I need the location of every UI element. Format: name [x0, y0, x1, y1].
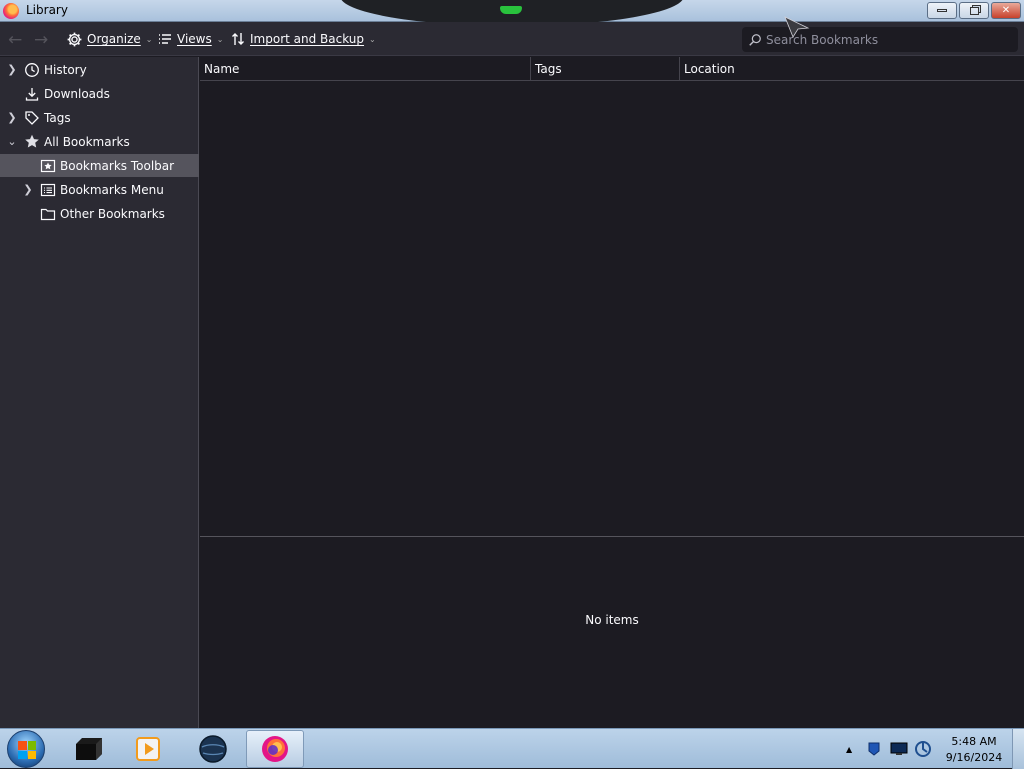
media-player-icon[interactable]: [131, 732, 165, 766]
tray-overflow-button[interactable]: ▲: [846, 729, 852, 769]
sidebar-item-other-bookmarks[interactable]: Other Bookmarks: [0, 202, 199, 225]
library-toolbar: ← → Organize ⌄ Views ⌄ Import and Backup…: [0, 22, 1024, 56]
import-backup-label: Import and Backup: [250, 32, 365, 46]
tray-security-icon[interactable]: [866, 729, 882, 769]
bookmarks-menu-icon: [40, 182, 56, 198]
search-placeholder: Search Bookmarks: [766, 32, 879, 47]
sidebar-item-label: Tags: [44, 110, 71, 125]
clock-time: 5:48 AM: [951, 735, 997, 748]
import-export-icon: [232, 33, 244, 45]
restore-icon: [969, 6, 979, 15]
list-view-icon: [159, 34, 171, 44]
close-icon: ✕: [1001, 5, 1011, 16]
chevron-up-icon: ▲: [846, 744, 853, 754]
network-globe-icon[interactable]: [196, 732, 230, 766]
window-title: Library: [26, 3, 68, 17]
start-button[interactable]: [7, 730, 45, 768]
minimize-button[interactable]: [927, 2, 957, 19]
sidebar-item-tags[interactable]: ❯ Tags: [0, 106, 199, 129]
import-backup-button[interactable]: Import and Backup ⌄: [230, 29, 376, 49]
chevron-right-icon[interactable]: ❯: [7, 63, 17, 76]
bookmarks-content[interactable]: Name Tags Location No items: [200, 57, 1024, 728]
sidebar-tree[interactable]: ❯ History Downloads ❯ Tags ⌄ All Bookmar…: [0, 57, 199, 728]
sidebar-item-history[interactable]: ❯ History: [0, 58, 199, 81]
column-header-name[interactable]: Name: [200, 57, 531, 81]
sidebar-item-label: Other Bookmarks: [60, 206, 165, 221]
sidebar-item-label: Bookmarks Toolbar: [60, 158, 175, 173]
views-label: Views: [177, 32, 212, 46]
back-button[interactable]: ←: [8, 30, 22, 50]
tag-icon: [24, 110, 40, 126]
sidebar-item-all-bookmarks[interactable]: ⌄ All Bookmarks: [0, 130, 199, 153]
chevron-right-icon[interactable]: ❯: [23, 183, 33, 196]
status-led: [500, 6, 522, 14]
tray-sync-icon[interactable]: [914, 729, 932, 769]
gear-icon: [67, 32, 82, 46]
clock-icon: [24, 62, 40, 78]
details-pane: [200, 537, 1024, 728]
sidebar-item-label: Downloads: [44, 86, 110, 101]
chevron-down-icon: ⌄: [216, 34, 224, 44]
search-icon: [749, 33, 761, 46]
star-icon: [24, 134, 40, 150]
folder-icon: [40, 206, 56, 222]
firefox-icon[interactable]: [258, 732, 292, 766]
tray-network-icon[interactable]: [890, 729, 908, 769]
chevron-right-icon[interactable]: ❯: [7, 111, 17, 124]
sidebar-item-downloads[interactable]: Downloads: [0, 82, 199, 105]
forward-button[interactable]: →: [34, 30, 48, 50]
minimize-icon: [937, 9, 947, 12]
restore-button[interactable]: [959, 2, 989, 19]
windows-logo-icon: [18, 741, 36, 759]
organize-button[interactable]: Organize ⌄: [66, 29, 152, 49]
firefox-icon: [3, 3, 19, 19]
close-button[interactable]: ✕: [991, 2, 1021, 19]
column-header-tags[interactable]: Tags: [531, 57, 680, 81]
sidebar-item-bookmarks-menu[interactable]: ❯ Bookmarks Menu: [0, 178, 199, 201]
show-desktop-button[interactable]: [1012, 729, 1024, 769]
column-header-location[interactable]: Location: [680, 57, 1024, 81]
bookmarks-list[interactable]: [200, 81, 1024, 536]
clock-date: 9/16/2024: [945, 751, 1003, 764]
organize-label: Organize: [87, 32, 141, 46]
taskbar-clock[interactable]: 5:48 AM 9/16/2024: [940, 734, 1008, 766]
sidebar-item-label: Bookmarks Menu: [60, 182, 164, 197]
chevron-down-icon: ⌄: [145, 34, 153, 44]
empty-state-text: No items: [585, 613, 639, 627]
chevron-down-icon[interactable]: ⌄: [7, 135, 17, 148]
title-bar[interactable]: Library ✕: [0, 0, 1024, 26]
mouse-cursor: [784, 16, 810, 38]
bookmarks-toolbar-icon: [40, 158, 56, 174]
sidebar-item-label: All Bookmarks: [44, 134, 130, 149]
sidebar-item-bookmarks-toolbar[interactable]: Bookmarks Toolbar: [0, 154, 199, 177]
sidebar-item-label: History: [44, 62, 87, 77]
taskbar: ▲ 5:48 AM 9/16/2024: [0, 728, 1024, 769]
download-icon: [24, 86, 40, 102]
file-manager-icon[interactable]: [72, 732, 106, 766]
chevron-down-icon: ⌄: [369, 34, 376, 44]
views-button[interactable]: Views ⌄: [157, 29, 223, 49]
